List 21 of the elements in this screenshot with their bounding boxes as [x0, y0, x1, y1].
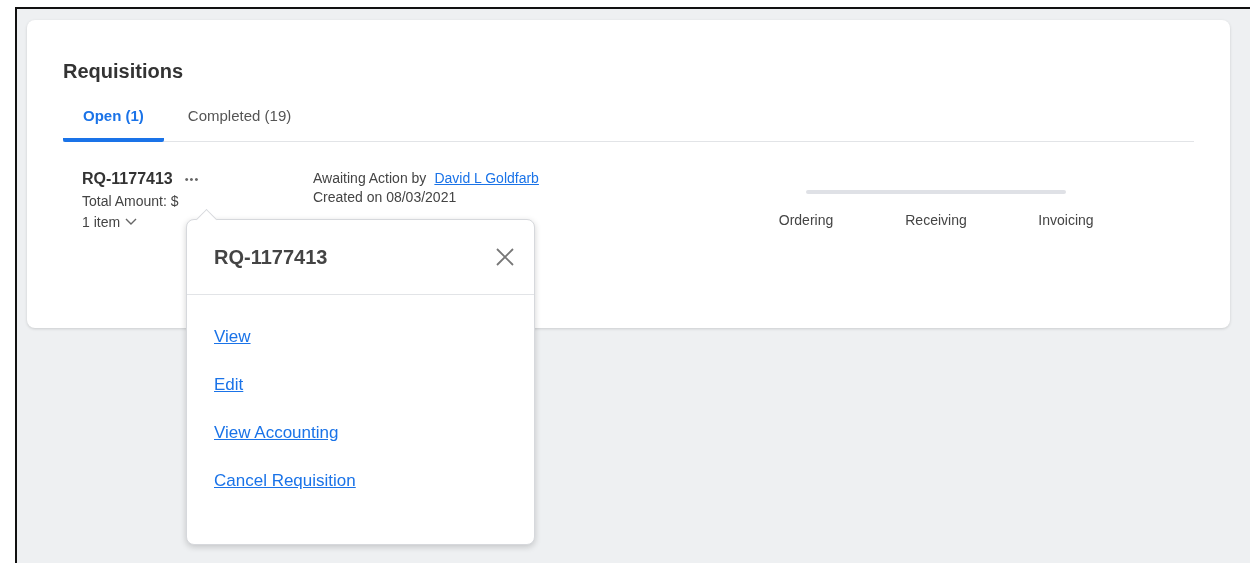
tab[interactable]: Completed (19): [167, 99, 312, 142]
action-link[interactable]: View Accounting: [214, 423, 339, 443]
action-link[interactable]: Edit: [214, 375, 244, 395]
stage-label: Ordering: [777, 212, 835, 228]
close-button[interactable]: [496, 248, 514, 266]
action-link[interactable]: Cancel Requisition: [214, 471, 356, 491]
items-toggle[interactable]: 1 item: [82, 214, 138, 230]
tab[interactable]: Open (1): [63, 99, 164, 142]
popover-title: RQ-1177413: [214, 245, 328, 269]
assignee-link[interactable]: David L Goldfarb: [434, 170, 539, 186]
stage-label: Receiving: [904, 212, 968, 228]
panel-title: Requisitions: [63, 60, 184, 83]
more-button[interactable]: •••: [180, 173, 204, 185]
total-amount: Total Amount: $: [82, 193, 179, 209]
status-text: Awaiting Action by: [313, 170, 427, 186]
action-link[interactable]: View: [214, 327, 251, 347]
chevron-icon: [125, 218, 138, 226]
requisition-number: RQ-1177413: [82, 170, 173, 188]
created-date: Created on 08/03/2021: [313, 189, 457, 205]
close-icon: [496, 248, 514, 266]
stage-label: Invoicing: [1037, 212, 1095, 228]
